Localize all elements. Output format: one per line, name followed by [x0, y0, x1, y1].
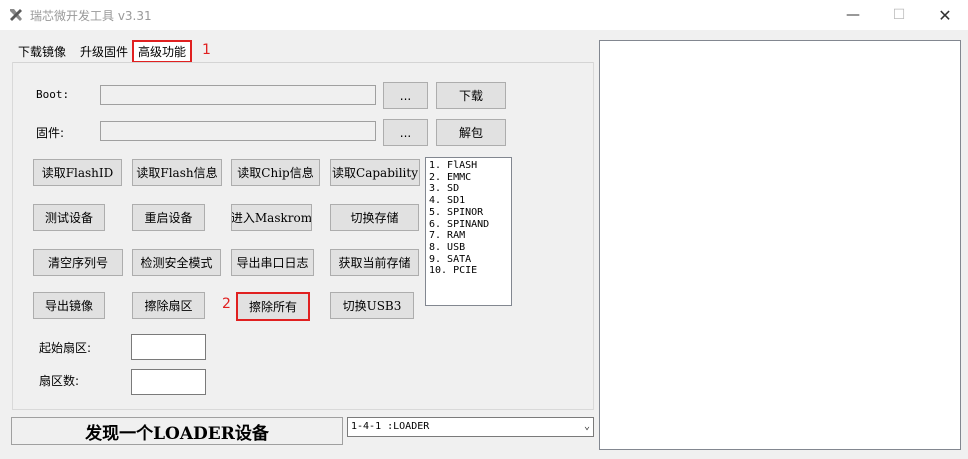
firmware-label: 固件:: [36, 126, 65, 140]
sector-count-input[interactable]: [131, 369, 206, 395]
export-image-button[interactable]: 导出镜像: [33, 292, 105, 319]
device-select[interactable]: 1-4-1 :LOADER ⌄: [347, 417, 594, 437]
storage-type-list[interactable]: 1. FlASH 2. EMMC 3. SD 4. SD1 5. SPINOR …: [425, 157, 512, 306]
device-select-value: 1-4-1 :LOADER: [351, 421, 430, 432]
annotation-marker-1: 1: [202, 42, 211, 58]
clear-serial-number-button[interactable]: 清空序列号: [33, 249, 123, 276]
erase-sectors-button[interactable]: 擦除扇区: [132, 292, 205, 319]
start-sector-label: 起始扇区:: [39, 341, 92, 355]
minimize-button[interactable]: —: [830, 0, 876, 30]
read-flash-info-button[interactable]: 读取Flash信息: [132, 159, 222, 186]
list-item[interactable]: 4. SD1: [429, 195, 508, 207]
title-bar: 瑞芯微开发工具 v3.31 — ☐ ✕: [0, 0, 968, 30]
check-secure-mode-button[interactable]: 检测安全模式: [132, 249, 221, 276]
list-item[interactable]: 7. RAM: [429, 230, 508, 242]
window-title: 瑞芯微开发工具 v3.31: [30, 9, 152, 23]
close-button[interactable]: ✕: [922, 0, 968, 30]
list-item[interactable]: 10. PCIE: [429, 265, 508, 277]
export-serial-log-button[interactable]: 导出串口日志: [231, 249, 314, 276]
list-item[interactable]: 5. SPINOR: [429, 207, 508, 219]
test-device-button[interactable]: 测试设备: [33, 204, 105, 231]
read-chip-info-button[interactable]: 读取Chip信息: [231, 159, 320, 186]
enter-maskrom-button[interactable]: 进入Maskrom: [231, 204, 312, 231]
switch-storage-button[interactable]: 切换存储: [330, 204, 419, 231]
tab-advanced-functions[interactable]: 高级功能: [132, 40, 193, 63]
list-item[interactable]: 6. SPINAND: [429, 219, 508, 231]
boot-label: Boot:: [36, 88, 70, 101]
annotation-marker-2: 2: [222, 296, 231, 312]
read-flash-id-button[interactable]: 读取FlashID: [33, 159, 122, 186]
list-item[interactable]: 1. FlASH: [429, 160, 508, 172]
start-sector-input[interactable]: [131, 334, 206, 360]
download-button[interactable]: 下载: [436, 82, 506, 109]
firmware-browse-button[interactable]: ...: [383, 119, 428, 146]
read-capability-button[interactable]: 读取Capability: [330, 159, 420, 186]
list-item[interactable]: 8. USB: [429, 242, 508, 254]
boot-path-field[interactable]: [100, 85, 376, 105]
boot-browse-button[interactable]: ...: [383, 82, 428, 109]
list-item[interactable]: 3. SD: [429, 183, 508, 195]
sector-count-label: 扇区数:: [39, 374, 80, 388]
get-current-storage-button[interactable]: 获取当前存储: [330, 249, 419, 276]
maximize-button[interactable]: ☐: [876, 0, 922, 30]
reboot-device-button[interactable]: 重启设备: [132, 204, 205, 231]
tab-download-image[interactable]: 下载镜像: [16, 42, 68, 62]
tools-icon: [10, 9, 22, 21]
device-status-message: 发现一个LOADER设备: [11, 417, 343, 445]
list-item[interactable]: 9. SATA: [429, 254, 508, 266]
unpack-button[interactable]: 解包: [436, 119, 506, 146]
chevron-down-icon: ⌄: [583, 421, 590, 432]
log-output-area[interactable]: [599, 40, 961, 450]
erase-all-button[interactable]: 擦除所有: [236, 292, 310, 321]
firmware-path-field[interactable]: [100, 121, 376, 141]
tab-upgrade-firmware[interactable]: 升级固件: [78, 42, 130, 62]
switch-usb3-button[interactable]: 切换USB3: [330, 292, 414, 319]
list-item[interactable]: 2. EMMC: [429, 172, 508, 184]
